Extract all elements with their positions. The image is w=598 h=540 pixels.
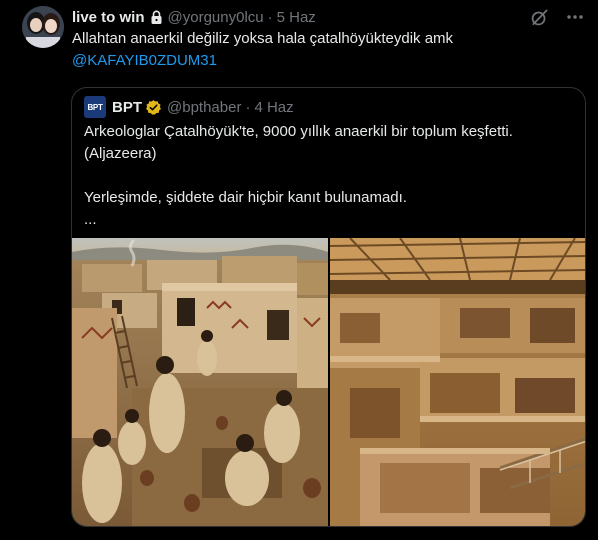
author-handle[interactable]: @yorguny0lcu: [168, 9, 264, 26]
quote-timestamp[interactable]: 4 Haz: [254, 99, 293, 116]
quote-line-2: (Aljazeera): [84, 145, 157, 162]
mention-link[interactable]: @KAFAYIB0ZDUM31: [72, 50, 453, 72]
tweet-text: Allahtan anaerkil değiliz yoksa hala çat…: [72, 28, 453, 72]
media-image-village[interactable]: [72, 238, 328, 527]
author-name[interactable]: live to win: [72, 9, 145, 26]
quote-line-5: ...: [84, 211, 97, 228]
quote-avatar[interactable]: BPT: [84, 96, 106, 118]
lock-icon: [150, 10, 163, 25]
quote-line-1: Arkeologlar Çatalhöyük'te, 9000 yıllık a…: [84, 123, 513, 140]
more-icon[interactable]: [564, 6, 586, 28]
quote-author-name[interactable]: BPT: [112, 99, 142, 116]
media-image-excavation[interactable]: [330, 238, 586, 527]
tweet-body: Allahtan anaerkil değiliz yoksa hala çat…: [72, 30, 454, 47]
quote-author-handle[interactable]: @bpthaber: [167, 99, 241, 116]
tweet-header: live to win @yorguny0lcu · 5 Haz: [72, 7, 316, 27]
timestamp[interactable]: 5 Haz: [277, 9, 316, 26]
verified-badge-icon: [145, 99, 162, 116]
avatar[interactable]: [22, 6, 64, 48]
quote-line-4: Yerleşimde, şiddete dair hiçbir kanıt bu…: [84, 189, 407, 206]
quote-media: [72, 238, 586, 527]
tweet[interactable]: live to win @yorguny0lcu · 5 Haz Allahta…: [0, 0, 598, 540]
header-actions: [528, 6, 586, 28]
quote-separator: ·: [245, 98, 251, 116]
quoted-tweet[interactable]: BPT BPT @bpthaber · 4 Haz Arkeologlar Ça…: [71, 87, 586, 527]
grok-icon[interactable]: [528, 6, 550, 28]
separator: ·: [267, 8, 273, 26]
quote-line-3: [84, 165, 574, 187]
avatar-image: [22, 6, 64, 48]
quote-text: Arkeologlar Çatalhöyük'te, 9000 yıllık a…: [84, 121, 574, 231]
quote-header: BPT BPT @bpthaber · 4 Haz: [84, 96, 294, 118]
